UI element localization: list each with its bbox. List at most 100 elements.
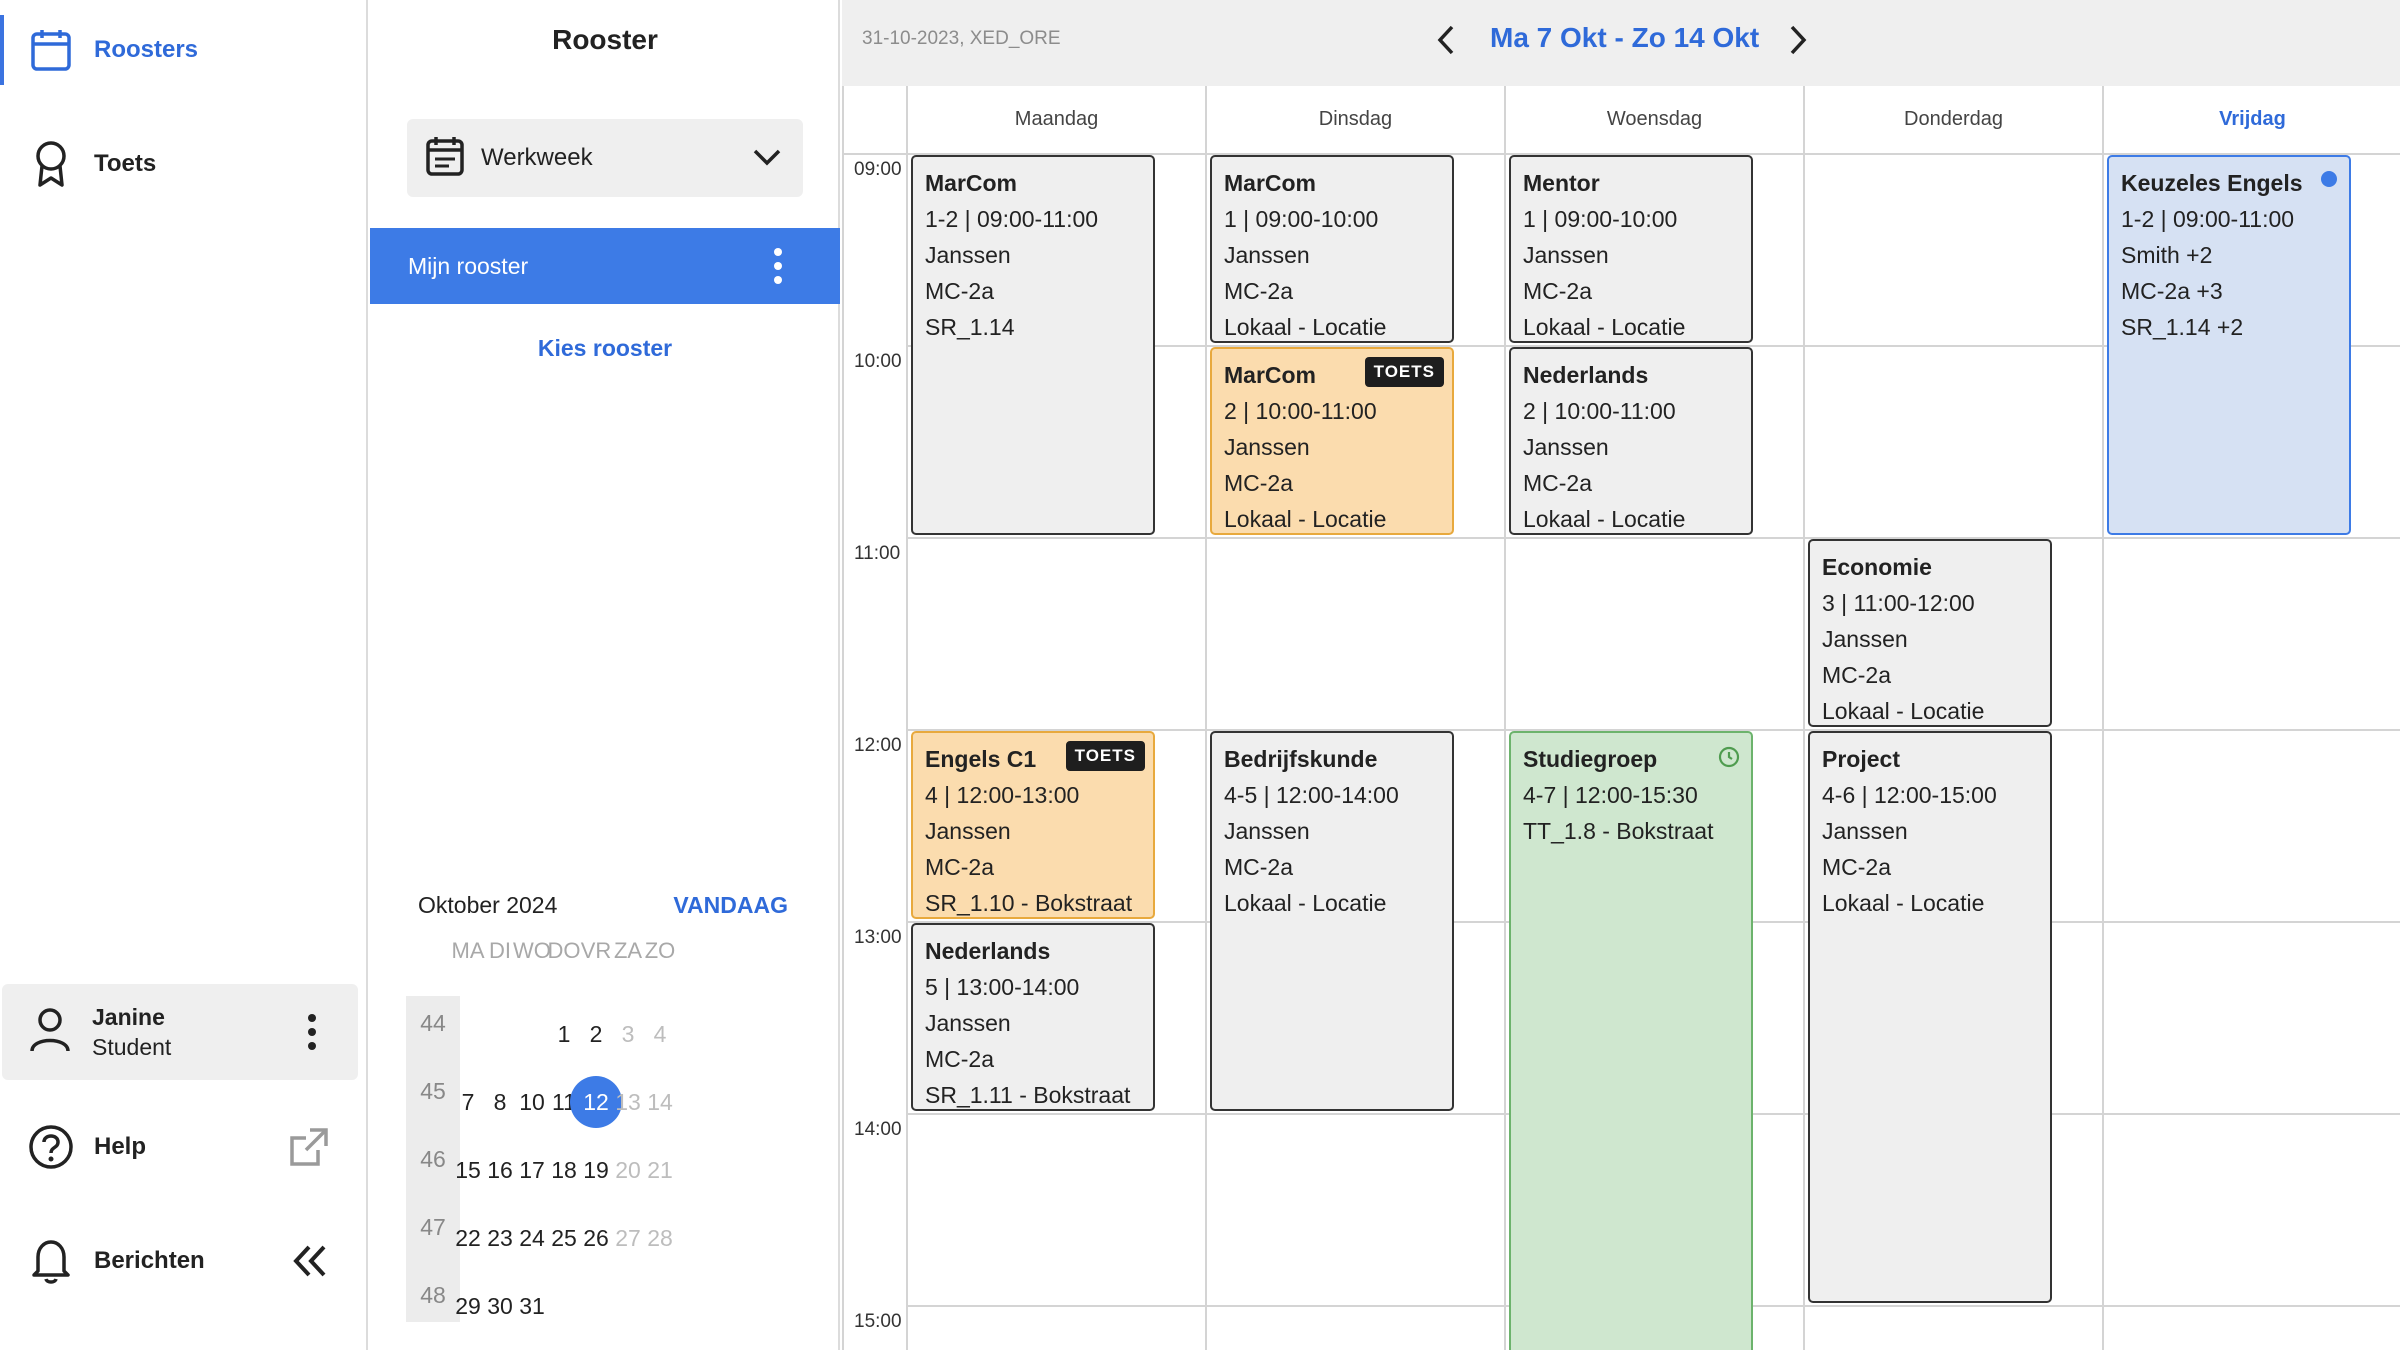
left-navigation: Roosters Toets Janine Student Help Beric… [0, 0, 368, 1350]
weekday-header: ZO [644, 938, 676, 963]
event-detail: MC-2a [1822, 854, 1892, 880]
day-header-maandag: Maandag [1014, 108, 1099, 130]
calendar-day[interactable]: 4 [636, 1010, 684, 1058]
calendar-day[interactable]: 21 [636, 1146, 684, 1194]
event-detail: 1 | 09:00-10:00 [1523, 206, 1678, 232]
calendar-day[interactable]: 28 [636, 1214, 684, 1262]
nav-item-help[interactable]: Help [0, 1104, 366, 1190]
event-detail: Janssen [925, 242, 1011, 268]
event-title: Economie [1822, 554, 1932, 580]
event-detail: SR_1.14 +2 [2121, 314, 2244, 340]
user-icon [28, 1007, 72, 1058]
external-link-icon [288, 1126, 330, 1173]
calendar-icon [28, 27, 74, 73]
calendar-day[interactable]: 14 [636, 1078, 684, 1126]
event-detail: 3 | 11:00-12:00 [1822, 590, 1975, 616]
roster-panel: Rooster Werkweek Mijn rooster Kies roost… [370, 0, 840, 1350]
time-label: 12:00 [854, 735, 902, 756]
hour-line [907, 537, 2400, 539]
grid-column-line [906, 86, 908, 1350]
event-detail: Janssen [1224, 434, 1310, 460]
event-detail: Janssen [925, 818, 1011, 844]
event-detail: MC-2a [1224, 278, 1294, 304]
previous-week-button[interactable] [1428, 20, 1464, 60]
nav-label-help: Help [94, 1133, 147, 1160]
nav-item-roosters[interactable]: Roosters [0, 7, 366, 93]
event-detail: MC-2a [925, 278, 995, 304]
event-title: Keuzeles Engels [2121, 170, 2303, 196]
event-detail: TT_1.8 - Bokstraat [1523, 818, 1714, 844]
event-title: Mentor [1523, 170, 1600, 196]
grid-column-line [1504, 86, 1506, 1350]
nav-label-berichten: Berichten [94, 1247, 205, 1274]
event-title: Nederlands [925, 938, 1051, 964]
user-card[interactable]: Janine Student [2, 984, 358, 1080]
event-card[interactable]: MarCom 1 | 09:00-10:00 Janssen MC-2a Lokaal … [1210, 155, 1454, 343]
schedule-meta: 31-10-2023, XED_ORE [862, 28, 1061, 49]
day-header-dinsdag: Dinsdag [1318, 108, 1393, 130]
event-card[interactable]: MarCom 1-2 | 09:00-11:00 Janssen MC-2a SR_1.… [911, 155, 1155, 535]
event-detail: Janssen [1523, 434, 1609, 460]
event-detail: 2 | 10:00-11:00 [1224, 398, 1377, 424]
event-detail: MC-2a [1523, 278, 1593, 304]
event-detail: Janssen [1822, 626, 1908, 652]
event-card[interactable]: MarCom 2 | 10:00-11:00 Janssen MC-2a Lokaal … [1210, 347, 1454, 535]
grid-column-line [2102, 86, 2104, 1350]
event-card[interactable]: Bedrijfskunde 4-5 | 12:00-14:00 Janssen MC-… [1210, 731, 1454, 1111]
event-detail: 1-2 | 09:00-11:00 [2121, 206, 2295, 232]
event-detail: 4-5 | 12:00-14:00 [1224, 782, 1399, 808]
event-detail: 1 | 09:00-10:00 [1224, 206, 1379, 232]
week-number: 44 [420, 1010, 446, 1036]
event-detail: Lokaal - Locatie [1224, 314, 1387, 340]
event-title: Studiegroep [1523, 746, 1658, 772]
event-detail: MC-2a [925, 854, 995, 880]
view-select-value: Werkweek [481, 144, 593, 171]
nav-item-toets[interactable]: Toets [0, 121, 366, 207]
grid-column-line [842, 86, 844, 1350]
nav-item-berichten[interactable]: Berichten [0, 1218, 366, 1304]
event-detail: MC-2a [1523, 470, 1593, 496]
mini-calendar-month: Oktober 2024 [418, 892, 558, 918]
event-detail: Janssen [1224, 818, 1310, 844]
choose-roster-link[interactable]: Kies rooster [370, 335, 840, 362]
event-detail: Lokaal - Locatie [1822, 698, 1985, 724]
exam-badge: TOETS [1364, 357, 1444, 387]
week-schedule: 31-10-2023, XED_ORE Ma 7 Okt - Zo 14 Okt… [842, 0, 2400, 1350]
event-detail: MC-2a +3 [2121, 278, 2223, 304]
view-select[interactable]: Werkweek [407, 119, 803, 197]
user-menu-button[interactable] [292, 1007, 332, 1057]
week-range: Ma 7 Okt - Zo 14 Okt [1490, 22, 1760, 53]
event-card[interactable]: Mentor 1 | 09:00-10:00 Janssen MC-2a Lokaal … [1509, 155, 1753, 343]
collapse-sidebar-icon[interactable] [292, 1243, 328, 1284]
event-detail: 4-7 | 12:00-15:30 [1523, 782, 1698, 808]
event-detail: Janssen [1822, 818, 1908, 844]
event-card[interactable]: Economie 3 | 11:00-12:00 Janssen MC-2a Lokaa… [1808, 539, 2052, 727]
event-card[interactable]: Nederlands 2 | 10:00-11:00 Janssen MC-2a Lok… [1509, 347, 1753, 535]
calendar-day[interactable]: 31 [508, 1282, 556, 1330]
event-card[interactable]: Keuzeles Engels 1-2 | 09:00-11:00 Smith +2… [2107, 155, 2351, 535]
help-icon [28, 1124, 74, 1170]
next-week-button[interactable] [1780, 20, 1816, 60]
event-card[interactable]: Engels C1 4 | 12:00-13:00 Janssen MC-2a SR_1… [911, 731, 1155, 919]
time-label: 10:00 [854, 351, 902, 372]
event-detail: Lokaal - Locatie [1224, 890, 1387, 916]
time-label: 11:00 [854, 543, 901, 564]
my-roster-menu-button[interactable] [758, 241, 798, 291]
event-card[interactable]: Nederlands 5 | 13:00-14:00 Janssen MC-2a SR_… [911, 923, 1155, 1111]
event-detail: MC-2a [1224, 470, 1294, 496]
event-detail: 4-6 | 12:00-15:00 [1822, 782, 1997, 808]
event-card[interactable]: Project 4-6 | 12:00-15:00 Janssen MC-2a Loka… [1808, 731, 2052, 1303]
app: Roosters Toets Janine Student Help Beric… [0, 0, 2400, 1350]
nav-label-roosters: Roosters [94, 36, 199, 63]
my-roster-item[interactable]: Mijn rooster [370, 228, 840, 304]
event-detail: Janssen [1523, 242, 1609, 268]
time-label: 13:00 [854, 927, 902, 948]
time-label: 09:00 [854, 159, 902, 180]
bell-icon [28, 1238, 74, 1284]
event-card[interactable]: Studiegroep 4-7 | 12:00-15:30 TT_1.8 - Bok… [1509, 731, 1753, 1350]
grid-column-line [1205, 86, 1207, 1350]
nav-label-toets: Toets [94, 150, 157, 177]
event-detail: Janssen [1224, 242, 1310, 268]
today-button[interactable]: VANDAAG [673, 892, 788, 919]
event-detail: Smith +2 [2121, 242, 2213, 268]
